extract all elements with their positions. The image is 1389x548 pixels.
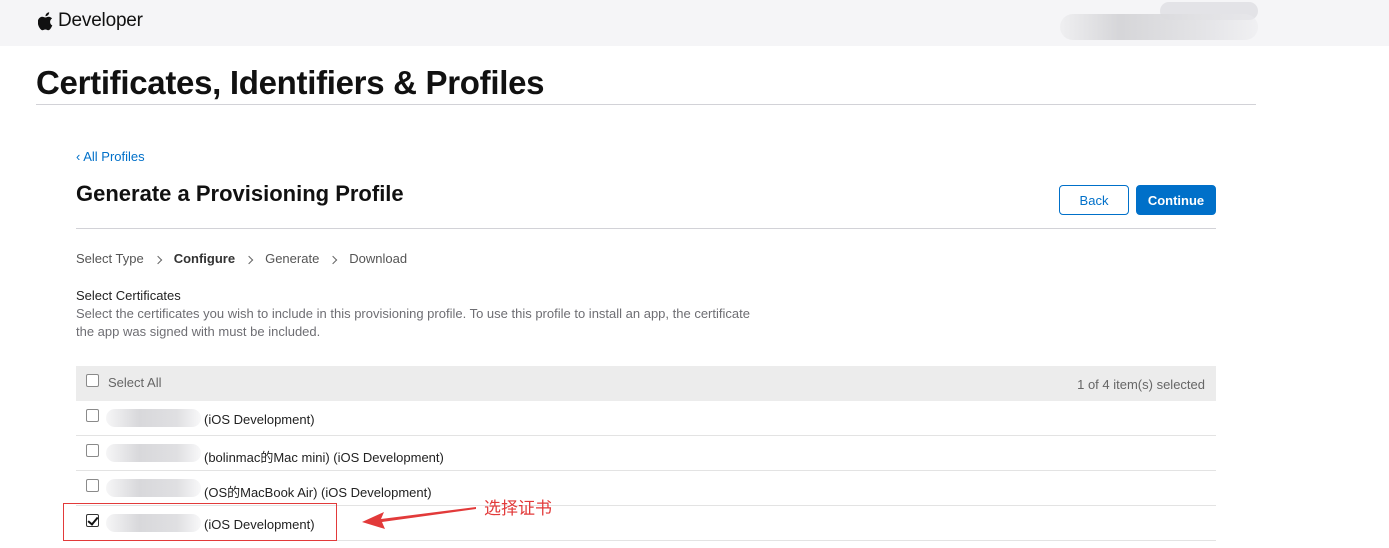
- continue-button[interactable]: Continue: [1136, 185, 1216, 215]
- table-row[interactable]: (OS的MacBook Air) (iOS Development): [76, 471, 1216, 506]
- all-profiles-link[interactable]: ‹ All Profiles: [76, 149, 145, 164]
- selection-count: 1 of 4 item(s) selected: [1077, 377, 1205, 392]
- certificate-checkbox-checked[interactable]: [86, 514, 99, 527]
- certificates-description: Select the certificates you wish to incl…: [76, 306, 750, 339]
- certificate-checkbox[interactable]: [86, 444, 99, 457]
- select-all-checkbox[interactable]: [86, 374, 99, 387]
- chevron-right-icon: [153, 255, 162, 264]
- step-breadcrumb: Select Type Configure Generate Download: [76, 251, 407, 266]
- chevron-right-icon: [244, 255, 254, 264]
- table-header: Select All 1 of 4 item(s) selected: [76, 366, 1216, 401]
- certificate-name-redacted: [106, 514, 201, 532]
- step-generate: Generate: [265, 251, 320, 266]
- certificate-name-redacted: [106, 444, 201, 462]
- certificate-name-redacted: [106, 409, 201, 427]
- step-download: Download: [349, 251, 408, 266]
- select-all-label: Select All: [108, 375, 162, 390]
- brand-label: Developer: [58, 10, 143, 31]
- certificate-name-redacted: [106, 479, 201, 497]
- title-divider: [36, 104, 1256, 105]
- certificate-label: (OS的MacBook Air) (iOS Development): [204, 485, 432, 500]
- chevron-right-icon: [329, 255, 338, 264]
- certificates-heading: Select Certificates: [76, 288, 181, 303]
- step-select-type: Select Type: [76, 251, 144, 266]
- developer-brand[interactable]: Developer: [38, 10, 143, 32]
- account-name-redacted[interactable]: [1060, 14, 1258, 40]
- annotation-label: 选择证书: [484, 499, 552, 519]
- page-title: Certificates, Identifiers & Profiles: [36, 64, 545, 101]
- section-divider: [76, 228, 1216, 229]
- certificate-checkbox[interactable]: [86, 409, 99, 422]
- global-header: Developer: [0, 0, 1389, 46]
- certificate-label: (bolinmac的Mac mini) (iOS Development): [204, 450, 444, 465]
- section-title: Generate a Provisioning Profile: [76, 181, 404, 206]
- back-button[interactable]: Back: [1059, 185, 1129, 215]
- step-configure: Configure: [173, 251, 236, 266]
- table-row[interactable]: (iOS Development): [76, 506, 1216, 541]
- apple-logo-icon: [38, 12, 53, 31]
- certificate-label: (iOS Development): [204, 412, 315, 427]
- certificate-label: (iOS Development): [204, 517, 315, 532]
- table-row[interactable]: (bolinmac的Mac mini) (iOS Development): [76, 436, 1216, 471]
- certificate-checkbox[interactable]: [86, 479, 99, 492]
- table-row[interactable]: (iOS Development): [76, 401, 1216, 436]
- certificates-table: Select All 1 of 4 item(s) selected (iOS …: [76, 366, 1216, 541]
